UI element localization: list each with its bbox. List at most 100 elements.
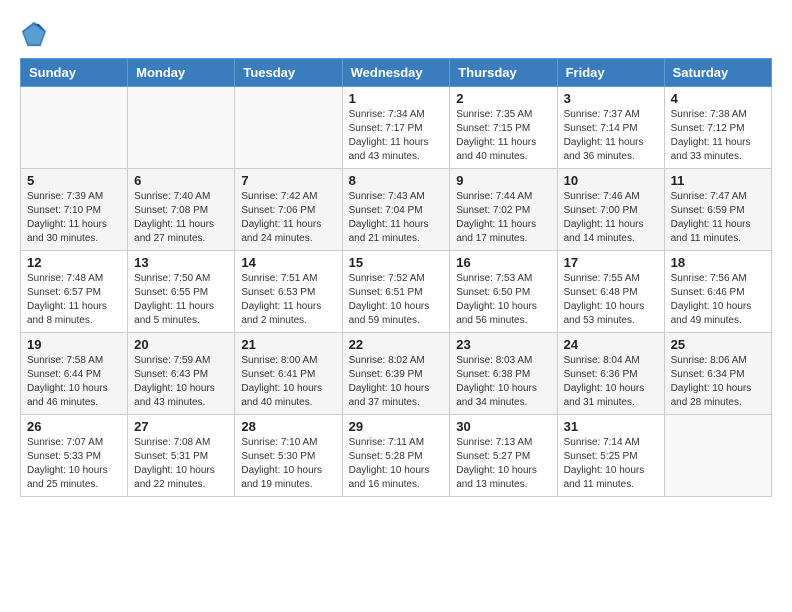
day-info: Sunrise: 7:59 AM Sunset: 6:43 PM Dayligh… (134, 354, 228, 410)
day-number: 11 (671, 173, 765, 188)
day-number: 28 (241, 419, 335, 434)
calendar-week-row: 12 Sunrise: 7:48 AM Sunset: 6:57 PM Dayli… (21, 251, 772, 333)
calendar-day-cell: 12 Sunrise: 7:48 AM Sunset: 6:57 PM Dayli… (21, 251, 128, 333)
calendar-day-cell: 27 Sunrise: 7:08 AM Sunset: 5:31 PM Dayli… (128, 415, 235, 497)
calendar-day-cell: 22 Sunrise: 8:02 AM Sunset: 6:39 PM Dayli… (342, 333, 450, 415)
day-number: 22 (349, 337, 444, 352)
day-info: Sunrise: 7:07 AM Sunset: 5:33 PM Dayligh… (27, 436, 121, 492)
calendar-week-row: 26 Sunrise: 7:07 AM Sunset: 5:33 PM Dayli… (21, 415, 772, 497)
calendar-day-cell: 11 Sunrise: 7:47 AM Sunset: 6:59 PM Dayli… (664, 169, 771, 251)
calendar-day-cell: 14 Sunrise: 7:51 AM Sunset: 6:53 PM Dayli… (235, 251, 342, 333)
day-info: Sunrise: 7:35 AM Sunset: 7:15 PM Dayligh… (456, 108, 550, 164)
day-info: Sunrise: 7:58 AM Sunset: 6:44 PM Dayligh… (27, 354, 121, 410)
day-number: 4 (671, 91, 765, 106)
day-info: Sunrise: 8:03 AM Sunset: 6:38 PM Dayligh… (456, 354, 550, 410)
day-number: 30 (456, 419, 550, 434)
day-number: 10 (564, 173, 658, 188)
calendar-day-cell: 29 Sunrise: 7:11 AM Sunset: 5:28 PM Dayli… (342, 415, 450, 497)
calendar-day-cell: 7Sunrise: 7:42 AM Sunset: 7:06 PM Daylig… (235, 169, 342, 251)
calendar-day-cell: 30 Sunrise: 7:13 AM Sunset: 5:27 PM Dayli… (450, 415, 557, 497)
day-info: Sunrise: 7:55 AM Sunset: 6:48 PM Dayligh… (564, 272, 658, 328)
calendar-week-row: 1 Sunrise: 7:34 AM Sunset: 7:17 PM Daylig… (21, 87, 772, 169)
calendar-body: 1 Sunrise: 7:34 AM Sunset: 7:17 PM Daylig… (21, 87, 772, 497)
calendar-table: SundayMondayTuesdayWednesdayThursdayFrid… (20, 58, 772, 497)
day-number: 8 (349, 173, 444, 188)
day-number: 12 (27, 255, 121, 270)
day-number: 2 (456, 91, 550, 106)
day-number: 1 (349, 91, 444, 106)
calendar-day-cell: 2 Sunrise: 7:35 AM Sunset: 7:15 PM Daylig… (450, 87, 557, 169)
calendar-day-cell: 15Sunrise: 7:52 AM Sunset: 6:51 PM Dayli… (342, 251, 450, 333)
day-info: Sunrise: 7:11 AM Sunset: 5:28 PM Dayligh… (349, 436, 444, 492)
day-info: Sunrise: 8:00 AM Sunset: 6:41 PM Dayligh… (241, 354, 335, 410)
day-number: 24 (564, 337, 658, 352)
day-info: Sunrise: 7:38 AM Sunset: 7:12 PM Dayligh… (671, 108, 765, 164)
day-info: Sunrise: 8:04 AM Sunset: 6:36 PM Dayligh… (564, 354, 658, 410)
day-number: 31 (564, 419, 658, 434)
day-info: Sunrise: 7:34 AM Sunset: 7:17 PM Dayligh… (349, 108, 444, 164)
calendar-day-cell: 21Sunrise: 8:00 AM Sunset: 6:41 PM Dayli… (235, 333, 342, 415)
calendar-day-cell: 13Sunrise: 7:50 AM Sunset: 6:55 PM Dayli… (128, 251, 235, 333)
calendar-day-cell: 10 Sunrise: 7:46 AM Sunset: 7:00 PM Dayli… (557, 169, 664, 251)
calendar-day-cell: 20 Sunrise: 7:59 AM Sunset: 6:43 PM Dayli… (128, 333, 235, 415)
day-number: 29 (349, 419, 444, 434)
day-info: Sunrise: 8:06 AM Sunset: 6:34 PM Dayligh… (671, 354, 765, 410)
calendar-day-cell: 1 Sunrise: 7:34 AM Sunset: 7:17 PM Daylig… (342, 87, 450, 169)
weekday-header-cell: Monday (128, 59, 235, 87)
day-info: Sunrise: 7:56 AM Sunset: 6:46 PM Dayligh… (671, 272, 765, 328)
day-info: Sunrise: 7:46 AM Sunset: 7:00 PM Dayligh… (564, 190, 658, 246)
day-info: Sunrise: 7:39 AM Sunset: 7:10 PM Dayligh… (27, 190, 121, 246)
day-info: Sunrise: 7:50 AM Sunset: 6:55 PM Dayligh… (134, 272, 228, 328)
day-number: 20 (134, 337, 228, 352)
day-number: 25 (671, 337, 765, 352)
weekday-header-cell: Sunday (21, 59, 128, 87)
calendar-day-cell: 26 Sunrise: 7:07 AM Sunset: 5:33 PM Dayli… (21, 415, 128, 497)
calendar-day-cell: 6Sunrise: 7:40 AM Sunset: 7:08 PM Daylig… (128, 169, 235, 251)
weekday-header-cell: Friday (557, 59, 664, 87)
calendar-day-cell (664, 415, 771, 497)
day-info: Sunrise: 7:43 AM Sunset: 7:04 PM Dayligh… (349, 190, 444, 246)
day-number: 5 (27, 173, 121, 188)
calendar-day-cell: 4 Sunrise: 7:38 AM Sunset: 7:12 PM Daylig… (664, 87, 771, 169)
day-number: 15 (349, 255, 444, 270)
calendar-day-cell: 17 Sunrise: 7:55 AM Sunset: 6:48 PM Dayli… (557, 251, 664, 333)
day-number: 14 (241, 255, 335, 270)
weekday-header-cell: Wednesday (342, 59, 450, 87)
calendar-day-cell: 31 Sunrise: 7:14 AM Sunset: 5:25 PM Dayli… (557, 415, 664, 497)
weekday-header-cell: Saturday (664, 59, 771, 87)
day-info: Sunrise: 7:51 AM Sunset: 6:53 PM Dayligh… (241, 272, 335, 328)
weekday-header-cell: Thursday (450, 59, 557, 87)
calendar-header-row: SundayMondayTuesdayWednesdayThursdayFrid… (21, 59, 772, 87)
day-number: 16 (456, 255, 550, 270)
day-info: Sunrise: 7:47 AM Sunset: 6:59 PM Dayligh… (671, 190, 765, 246)
calendar-day-cell: 18 Sunrise: 7:56 AM Sunset: 6:46 PM Dayli… (664, 251, 771, 333)
calendar-day-cell: 28 Sunrise: 7:10 AM Sunset: 5:30 PM Dayli… (235, 415, 342, 497)
day-number: 9 (456, 173, 550, 188)
day-info: Sunrise: 7:40 AM Sunset: 7:08 PM Dayligh… (134, 190, 228, 246)
calendar-day-cell: 24 Sunrise: 8:04 AM Sunset: 6:36 PM Dayli… (557, 333, 664, 415)
day-number: 18 (671, 255, 765, 270)
day-info: Sunrise: 7:13 AM Sunset: 5:27 PM Dayligh… (456, 436, 550, 492)
day-number: 17 (564, 255, 658, 270)
calendar-day-cell (128, 87, 235, 169)
calendar-day-cell (21, 87, 128, 169)
day-info: Sunrise: 7:42 AM Sunset: 7:06 PM Dayligh… (241, 190, 335, 246)
day-info: Sunrise: 8:02 AM Sunset: 6:39 PM Dayligh… (349, 354, 444, 410)
day-info: Sunrise: 7:44 AM Sunset: 7:02 PM Dayligh… (456, 190, 550, 246)
calendar-day-cell: 25 Sunrise: 8:06 AM Sunset: 6:34 PM Dayli… (664, 333, 771, 415)
day-number: 23 (456, 337, 550, 352)
day-info: Sunrise: 7:14 AM Sunset: 5:25 PM Dayligh… (564, 436, 658, 492)
calendar-day-cell: 3Sunrise: 7:37 AM Sunset: 7:14 PM Daylig… (557, 87, 664, 169)
page-header (20, 20, 772, 48)
day-info: Sunrise: 7:53 AM Sunset: 6:50 PM Dayligh… (456, 272, 550, 328)
day-info: Sunrise: 7:08 AM Sunset: 5:31 PM Dayligh… (134, 436, 228, 492)
calendar-day-cell: 23 Sunrise: 8:03 AM Sunset: 6:38 PM Dayli… (450, 333, 557, 415)
day-number: 26 (27, 419, 121, 434)
logo-icon (20, 20, 48, 48)
day-info: Sunrise: 7:10 AM Sunset: 5:30 PM Dayligh… (241, 436, 335, 492)
day-number: 19 (27, 337, 121, 352)
day-info: Sunrise: 7:48 AM Sunset: 6:57 PM Dayligh… (27, 272, 121, 328)
day-info: Sunrise: 7:37 AM Sunset: 7:14 PM Dayligh… (564, 108, 658, 164)
day-number: 27 (134, 419, 228, 434)
calendar-day-cell (235, 87, 342, 169)
